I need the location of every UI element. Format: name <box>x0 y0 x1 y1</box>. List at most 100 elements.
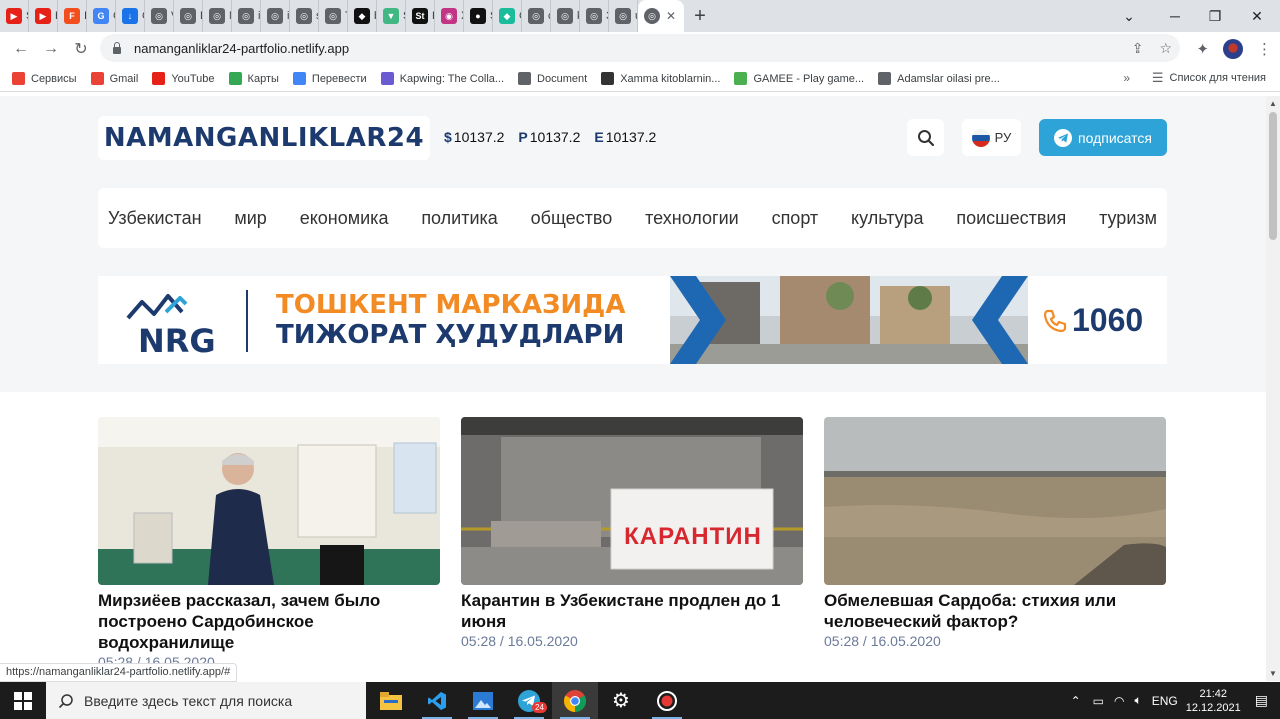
page-scrollbar[interactable]: ▲ ▼ <box>1266 96 1280 681</box>
browser-tab[interactable]: StP <box>406 0 435 32</box>
telegram-icon <box>1054 128 1073 147</box>
bookmark-item[interactable]: Kapwing: The Colla... <box>380 72 504 85</box>
bookmark-item[interactable]: Перевести <box>292 72 367 85</box>
keyboard-language[interactable]: ENG <box>1152 694 1178 708</box>
browser-tab[interactable]: ●S <box>464 0 493 32</box>
bookmark-item[interactable]: GAMEE - Play game... <box>734 72 864 85</box>
news-card[interactable]: Обмелевшая Сардоба: стихия или человечес… <box>824 417 1166 649</box>
scroll-down-arrow[interactable]: ▼ <box>1269 669 1277 678</box>
share-icon[interactable]: ⇪ <box>1132 40 1144 57</box>
news-card[interactable]: Мирзиёев рассказал, зачем было построено… <box>98 417 440 670</box>
browser-tab[interactable]: ◎3 <box>580 0 609 32</box>
browser-tab[interactable]: ◆b <box>348 0 377 32</box>
new-tab-button[interactable]: + <box>684 0 716 32</box>
reading-list-button[interactable]: ☰ Список для чтения <box>1152 70 1266 86</box>
banner-headline: ТОШКЕНТ МАРКАЗИДА ТИЖОРАТ ҲУДУДЛАРИ <box>276 290 625 350</box>
browser-tab[interactable]: ◎k <box>551 0 580 32</box>
forward-button[interactable]: → <box>36 34 66 64</box>
tray-chevron-up-icon[interactable]: ⌃ <box>1071 694 1081 708</box>
browser-tab[interactable]: ◎Ti <box>319 0 348 32</box>
bookmark-item[interactable]: Document <box>518 72 587 85</box>
nav-item-world[interactable]: мир <box>234 208 266 229</box>
browser-tab[interactable]: ◆G <box>493 0 522 32</box>
chrome-icon[interactable] <box>552 682 598 719</box>
browser-tab[interactable]: ◉X <box>435 0 464 32</box>
restore-button[interactable]: ❐ <box>1192 0 1238 32</box>
taskbar-search[interactable]: Введите здесь текст для поиска <box>46 682 366 719</box>
browser-tab[interactable]: ▶H <box>29 0 58 32</box>
telegram-taskbar-icon[interactable]: 24 <box>506 682 552 719</box>
browser-tab[interactable]: ◎ir <box>261 0 290 32</box>
clock[interactable]: 21:42 12.12.2021 <box>1186 687 1241 715</box>
nav-item-incidents[interactable]: поисшествия <box>956 208 1066 229</box>
notifications-icon[interactable]: ▤ <box>1255 692 1268 709</box>
browser-tab[interactable]: ◎D <box>174 0 203 32</box>
ad-banner[interactable]: NRG ТОШКЕНТ МАРКАЗИДА ТИЖОРАТ ҲУДУДЛАРИ … <box>98 276 1167 364</box>
rate-symbol: E <box>594 129 604 145</box>
nav-item-uzbekistan[interactable]: Узбекистан <box>108 208 202 229</box>
subscribe-button[interactable]: подписатся <box>1039 119 1167 156</box>
article-title[interactable]: Обмелевшая Сардоба: стихия или человечес… <box>824 590 1166 632</box>
bookmark-favicon-icon <box>228 72 242 85</box>
browser-tab[interactable]: ◎c <box>522 0 551 32</box>
close-window-button[interactable]: ✕ <box>1234 0 1280 32</box>
nav-item-politics[interactable]: политика <box>421 208 498 229</box>
site-search-button[interactable] <box>907 119 944 156</box>
nav-item-sport[interactable]: спорт <box>772 208 819 229</box>
close-tab-icon[interactable]: ✕ <box>666 9 676 23</box>
record-icon[interactable] <box>644 682 690 719</box>
tab-favicon-icon: ◎ <box>151 8 167 24</box>
browser-tab[interactable]: ◎V <box>145 0 174 32</box>
scrollbar-thumb[interactable] <box>1269 112 1277 240</box>
article-image <box>98 417 440 585</box>
battery-icon[interactable]: ▭ <box>1093 694 1104 708</box>
file-explorer-icon[interactable] <box>368 682 414 719</box>
browser-tab[interactable]: ▼S <box>377 0 406 32</box>
start-button[interactable] <box>0 682 46 719</box>
browser-tab[interactable]: ↓C <box>116 0 145 32</box>
menu-icon[interactable]: ⋮ <box>1257 40 1272 58</box>
wifi-icon[interactable]: ◠ <box>1114 694 1124 708</box>
nav-item-culture[interactable]: культура <box>851 208 923 229</box>
nav-item-society[interactable]: общество <box>531 208 613 229</box>
more-bookmarks-button[interactable]: » <box>1123 71 1130 85</box>
browser-tab[interactable]: ◎st <box>290 0 319 32</box>
photos-icon[interactable] <box>460 682 506 719</box>
bookmark-item[interactable]: Сервисы <box>12 72 77 85</box>
article-title[interactable]: Карантин в Узбекистане продлен до 1 июня <box>461 590 803 632</box>
vscode-icon[interactable] <box>414 682 460 719</box>
language-selector[interactable]: РУ <box>962 119 1021 156</box>
article-image <box>824 417 1166 585</box>
scroll-up-arrow[interactable]: ▲ <box>1269 99 1277 108</box>
search-icon <box>58 693 73 708</box>
browser-tab[interactable]: ▶Sl <box>0 0 29 32</box>
bookmark-item[interactable]: Gmail <box>90 72 138 85</box>
nav-item-technology[interactable]: технологии <box>645 208 739 229</box>
browser-tab[interactable]: GG <box>87 0 116 32</box>
bookmark-star-icon[interactable]: ☆ <box>1159 40 1172 57</box>
bookmark-item[interactable]: Xamma kitoblarnin... <box>601 72 720 85</box>
browser-tab[interactable]: ◎u <box>609 0 638 32</box>
news-card[interactable]: КАРАНТИН Карантин в Узбекистане продлен … <box>461 417 803 649</box>
browser-tab[interactable]: ◎ir <box>232 0 261 32</box>
reload-button[interactable]: ↻ <box>66 34 96 64</box>
tab-favicon-icon: ◎ <box>180 8 196 24</box>
address-bar[interactable]: namanganliklar24-partfolio.netlify.app ⇪… <box>100 34 1180 62</box>
bookmark-item[interactable]: YouTube <box>152 72 215 85</box>
bookmark-item[interactable]: Adamslar oilasi pre... <box>878 72 1000 85</box>
tab-search-icon[interactable]: ⌄ <box>1106 0 1152 32</box>
settings-gear-icon[interactable]: ⚙ <box>598 682 644 719</box>
profile-avatar[interactable] <box>1223 39 1243 59</box>
nav-item-economy[interactable]: економика <box>300 208 389 229</box>
active-tab[interactable]: ◎ ✕ <box>638 0 684 32</box>
extensions-icon[interactable]: ✦ <box>1196 40 1209 58</box>
site-logo[interactable]: NAMANGANLIKLAR24 <box>98 116 430 160</box>
article-title[interactable]: Мирзиёев рассказал, зачем было построено… <box>98 590 440 653</box>
nav-item-tourism[interactable]: туризм <box>1099 208 1157 229</box>
browser-tab[interactable]: FIr <box>58 0 87 32</box>
volume-icon[interactable]: 🔈︎ <box>1134 693 1141 708</box>
bookmark-label: Xamma kitoblarnin... <box>620 72 721 85</box>
browser-tab[interactable]: ◎M <box>203 0 232 32</box>
back-button[interactable]: ← <box>6 34 36 64</box>
bookmark-item[interactable]: Карты <box>228 72 279 85</box>
